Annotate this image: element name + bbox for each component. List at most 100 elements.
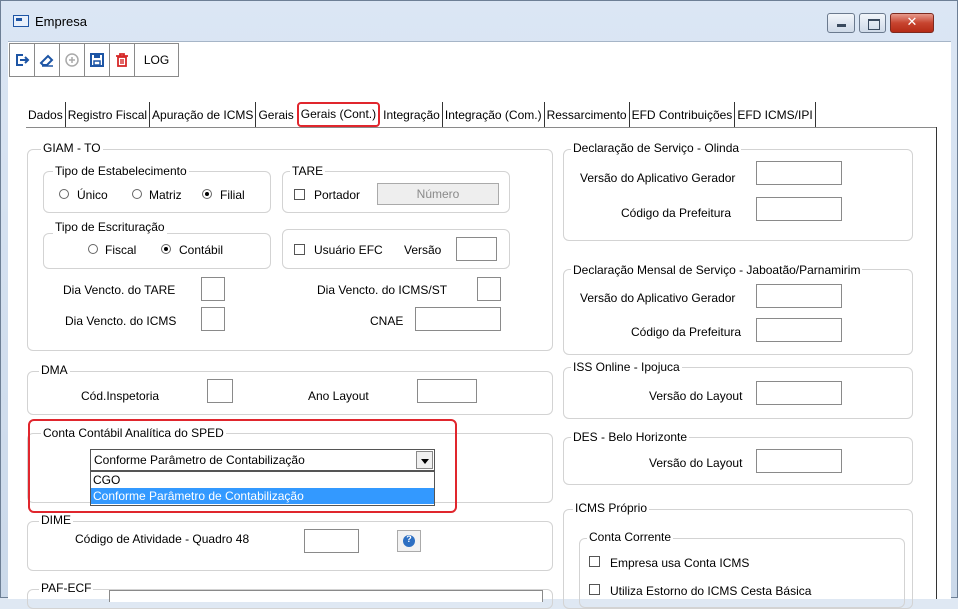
dia-tare-input[interactable] [201,277,225,301]
numero-button[interactable]: Número [377,183,499,205]
paf-input[interactable] [109,590,543,602]
radio-unico[interactable] [59,189,69,199]
radio-matriz-label: Matriz [149,188,182,202]
ano-layout-input[interactable] [417,379,477,403]
tab-gerais[interactable]: Gerais [256,102,295,127]
paf-legend: PAF-ECF [39,581,94,595]
icms-proprio-legend: ICMS Próprio [573,501,650,515]
usuario-efc-checkbox[interactable] [294,244,305,255]
jaboatao-versao-input[interactable] [756,284,842,308]
olinda-versao-label: Versão do Aplicativo Gerador [580,171,736,185]
ano-layout-label: Ano Layout [308,389,369,403]
radio-contabil[interactable] [161,244,171,254]
tab-efd-icms-ipi[interactable]: EFD ICMS/IPI [735,102,816,127]
delete-icon [116,53,128,67]
portador-label: Portador [314,188,361,202]
log-button[interactable]: LOG [134,43,179,77]
tipo-escrit-panel [43,233,271,269]
exit-button[interactable] [9,43,34,77]
tab-registro-fiscal[interactable]: Registro Fiscal [66,102,151,127]
tab-divider [26,127,937,128]
tab-integracao-com[interactable]: Integração (Com.) [443,102,545,127]
jaboatao-versao-label: Versão do Aplicativo Gerador [580,291,736,305]
estorno-checkbox[interactable] [589,584,600,595]
olinda-codigo-input[interactable] [756,197,842,221]
app-icon [13,15,29,27]
tare-legend: TARE [290,164,326,178]
usuario-efc-label: Usuário EFC [314,243,383,257]
window: Empresa ✕ LOG Dados Registro Fiscal Apur… [0,0,958,609]
title-bar: Empresa ✕ [1,1,957,41]
tab-dados[interactable]: Dados [26,102,66,127]
cnae-input[interactable] [415,307,501,331]
close-button[interactable]: ✕ [890,13,934,33]
bh-versao-label: Versão do Layout [649,456,743,470]
tab-ressarcimento[interactable]: Ressarcimento [545,102,630,127]
exit-icon [16,54,30,66]
panel-edge [936,127,937,599]
olinda-versao-input[interactable] [756,161,842,185]
empresa-usa-label: Empresa usa Conta ICMS [610,556,750,570]
tipo-estab-legend: Tipo de Estabelecimento [53,164,189,178]
conta-corrente-legend: Conta Corrente [587,530,674,544]
ipojuca-versao-label: Versão do Layout [649,389,743,403]
radio-filial-label: Filial [220,188,245,202]
estorno-label: Utiliza Estorno do ICMS Cesta Básica [610,584,812,598]
tab-efd-contribuicoes[interactable]: EFD Contribuições [630,102,736,127]
toolbar: LOG [9,43,179,77]
dia-tare-label: Dia Vencto. do TARE [63,283,176,297]
dime-legend: DIME [39,513,73,527]
dma-legend: DMA [39,363,70,377]
bh-legend: DES - Belo Horizonte [571,430,690,444]
jaboatao-legend: Declaração Mensal de Serviço - Jaboatão/… [571,263,863,277]
tab-gerais-cont[interactable]: Gerais (Cont.) [296,102,381,127]
radio-contabil-label: Contábil [179,243,224,257]
bh-versao-input[interactable] [756,449,842,473]
dime-panel [27,521,553,571]
add-button[interactable] [59,43,84,77]
minimize-button[interactable] [827,13,855,33]
eraser-icon [39,54,54,67]
dia-icms-input[interactable] [201,307,225,331]
radio-fiscal[interactable] [88,244,98,254]
save-icon [90,53,104,67]
radio-matriz[interactable] [132,189,142,199]
versao-input[interactable] [456,237,497,261]
radio-filial[interactable] [202,189,212,199]
highlight-box [28,419,457,513]
jaboatao-panel [563,269,913,355]
olinda-codigo-label: Código da Prefeitura [621,206,732,220]
save-button[interactable] [84,43,109,77]
dia-icms-st-label: Dia Vencto. do ICMS/ST [317,283,448,297]
dia-icms-label: Dia Vencto. do ICMS [65,314,177,328]
clear-button[interactable] [34,43,59,77]
radio-fiscal-label: Fiscal [105,243,137,257]
tipo-escrit-legend: Tipo de Escrituração [53,220,167,234]
jaboatao-codigo-label: Código da Prefeitura [631,325,742,339]
dia-icms-st-input[interactable] [477,277,501,301]
tab-integracao[interactable]: Integração [381,102,443,127]
ipojuca-versao-input[interactable] [756,381,842,405]
empresa-usa-checkbox[interactable] [589,556,600,567]
giam-legend: GIAM - TO [41,141,103,155]
olinda-panel [563,149,913,241]
cod-inspetoria-input[interactable] [207,379,233,403]
help-icon: ? [406,534,412,544]
codigo-atividade-input[interactable] [304,529,359,553]
help-button[interactable]: ? [397,530,421,552]
tab-strip: Dados Registro Fiscal Apuração de ICMS G… [26,101,816,127]
jaboatao-codigo-input[interactable] [756,318,842,342]
versao-label: Versão [404,243,442,257]
portador-checkbox[interactable] [294,189,305,200]
ipojuca-legend: ISS Online - Ipojuca [571,360,682,374]
delete-button[interactable] [109,43,134,77]
close-icon: ✕ [906,15,918,30]
radio-unico-label: Único [77,188,108,202]
tab-apuracao-icms[interactable]: Apuração de ICMS [150,102,257,127]
cod-inspetoria-label: Cód.Inspetoria [81,389,160,403]
olinda-legend: Declaração de Serviço - Olinda [571,141,742,155]
codigo-atividade-label: Código de Atividade - Quadro 48 [75,532,250,546]
cnae-label: CNAE [370,314,404,328]
window-title: Empresa [35,14,88,29]
maximize-button[interactable] [859,13,886,33]
